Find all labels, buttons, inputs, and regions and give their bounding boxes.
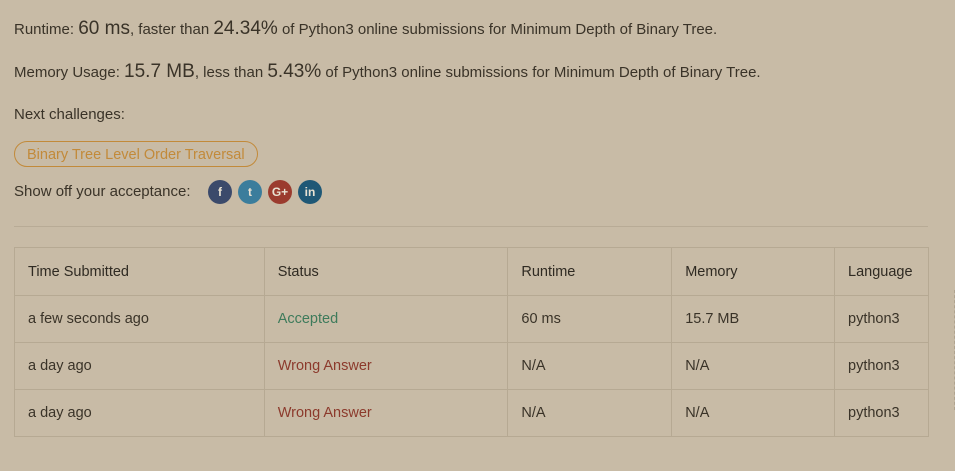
cell-runtime: 60 ms xyxy=(507,295,673,343)
cell-language: python3 xyxy=(834,389,929,437)
twitter-icon[interactable]: t xyxy=(238,180,262,204)
submissions-table: Time Submitted Status Runtime Memory Lan… xyxy=(14,247,929,437)
table-row: a day ago Wrong Answer N/A N/A python3 xyxy=(14,342,929,390)
cell-time: a day ago xyxy=(14,389,265,437)
cell-time: a day ago xyxy=(14,342,265,390)
submission-result-page: Runtime: 60 ms, faster than 24.34% of Py… xyxy=(0,0,955,471)
runtime-value: 60 ms xyxy=(78,18,130,39)
runtime-summary: Runtime: 60 ms, faster than 24.34% of Py… xyxy=(14,18,717,40)
memory-label: Memory Usage: xyxy=(14,64,120,81)
status-link[interactable]: Accepted xyxy=(263,295,509,343)
runtime-label: Runtime: xyxy=(14,21,75,38)
table-header-row: Time Submitted Status Runtime Memory Lan… xyxy=(14,247,929,296)
cell-runtime: N/A xyxy=(507,342,673,390)
column-header-time[interactable]: Time Submitted xyxy=(14,247,265,296)
column-header-language[interactable]: Language xyxy=(834,247,929,296)
runtime-percent: 24.34% xyxy=(213,18,278,39)
memory-value: 15.7 MB xyxy=(124,61,195,82)
cell-language: python3 xyxy=(834,342,929,390)
runtime-compare: , faster than xyxy=(129,21,210,38)
table-row: a few seconds ago Accepted 60 ms 15.7 MB… xyxy=(14,295,929,343)
linkedin-icon[interactable]: in xyxy=(298,180,322,204)
facebook-icon[interactable]: f xyxy=(208,180,232,204)
cell-language: python3 xyxy=(834,295,929,343)
table-row: a day ago Wrong Answer N/A N/A python3 xyxy=(14,389,929,437)
divider xyxy=(14,226,928,227)
column-header-memory[interactable]: Memory xyxy=(671,247,835,296)
cell-memory: N/A xyxy=(671,342,835,390)
memory-summary: Memory Usage: 15.7 MB, less than 5.43% o… xyxy=(14,61,761,83)
cell-time: a few seconds ago xyxy=(14,295,265,343)
memory-percent: 5.43% xyxy=(267,61,322,82)
status-link[interactable]: Wrong Answer xyxy=(263,389,509,437)
cell-memory: 15.7 MB xyxy=(671,295,835,343)
memory-compare: , less than xyxy=(194,64,264,81)
column-header-runtime[interactable]: Runtime xyxy=(507,247,673,296)
status-link[interactable]: Wrong Answer xyxy=(263,342,509,390)
share-icons: f t G+ in xyxy=(208,180,328,204)
google-plus-icon[interactable]: G+ xyxy=(268,180,292,204)
next-challenges-label: Next challenges: xyxy=(14,106,125,123)
share-label: Show off your acceptance: xyxy=(14,183,191,200)
runtime-tail: of Python3 online submissions for Minimu… xyxy=(281,21,718,38)
column-header-status[interactable]: Status xyxy=(263,247,509,296)
cell-memory: N/A xyxy=(671,389,835,437)
cell-runtime: N/A xyxy=(507,389,673,437)
memory-tail: of Python3 online submissions for Minimu… xyxy=(325,64,761,81)
next-challenge-link[interactable]: Binary Tree Level Order Traversal xyxy=(14,141,258,167)
